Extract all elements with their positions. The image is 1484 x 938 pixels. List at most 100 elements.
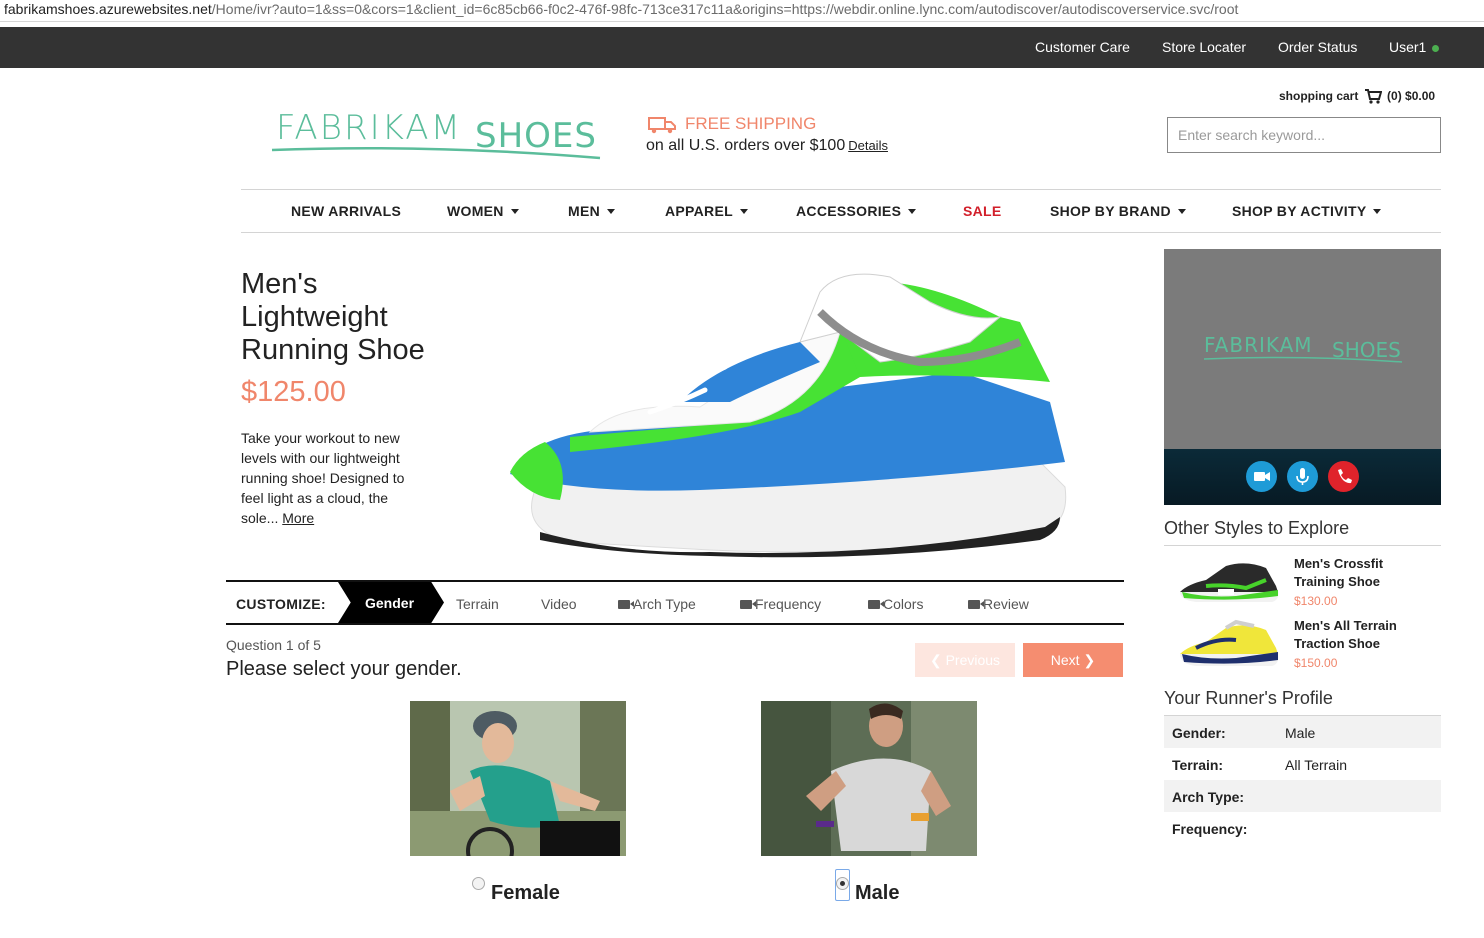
customize-label: CUSTOMIZE: xyxy=(236,596,326,612)
nav-new-arrivals-label: NEW ARRIVALS xyxy=(291,203,402,219)
female-option-image[interactable] xyxy=(410,701,626,856)
female-radio[interactable] xyxy=(472,877,485,890)
video-logo-word1: FABRIKAM xyxy=(1204,333,1313,357)
microphone-button[interactable] xyxy=(1287,461,1318,492)
profile-row-arch-type: Arch Type: xyxy=(1164,780,1441,812)
nav-accessories[interactable]: ACCESSORIES xyxy=(796,203,917,219)
store-locater-link[interactable]: Store Locater xyxy=(1162,39,1246,55)
nav-women-label: WOMEN xyxy=(447,203,504,219)
user-name: User1 xyxy=(1389,39,1427,55)
shipping-note-text: on all U.S. orders over $100 xyxy=(646,137,846,154)
style-item-name: Men's All Terrain Traction Shoe xyxy=(1294,618,1397,651)
video-fabrikam-logo: FABRIKAM SHOES xyxy=(1204,333,1403,363)
step-gender-active[interactable]: Gender xyxy=(338,582,444,623)
free-shipping-title: FREE SHIPPING xyxy=(685,114,817,133)
shopping-cart[interactable]: shopping cart (0) $0.00 xyxy=(1279,88,1435,104)
logo-swoosh-icon xyxy=(271,146,601,160)
nav-new-arrivals[interactable]: NEW ARRIVALS xyxy=(291,203,401,219)
profile-key: Frequency: xyxy=(1172,821,1248,837)
chevron-down-icon xyxy=(1373,209,1382,214)
end-call-button[interactable] xyxy=(1328,461,1359,492)
nav-shop-by-activity[interactable]: SHOP BY ACTIVITY xyxy=(1232,203,1382,219)
profile-key: Terrain: xyxy=(1172,757,1224,773)
next-button[interactable]: Next ❯ xyxy=(1023,643,1123,677)
chevron-down-icon xyxy=(1177,209,1186,214)
other-styles-heading: Other Styles to Explore xyxy=(1164,518,1350,538)
step-colors[interactable]: Colors xyxy=(868,596,923,612)
product-more-link[interactable]: More xyxy=(282,510,314,526)
cart-count: (0) xyxy=(1387,89,1402,103)
nav-shop-by-brand-label: SHOP BY BRAND xyxy=(1050,203,1171,219)
nav-shop-by-brand[interactable]: SHOP BY BRAND xyxy=(1050,203,1186,219)
main-nav: NEW ARRIVALS WOMEN MEN APPAREL ACCESSORI… xyxy=(241,189,1441,233)
style-item-price: $130.00 xyxy=(1294,594,1338,608)
nav-men[interactable]: MEN xyxy=(568,203,616,219)
chevron-down-icon xyxy=(908,209,917,214)
video-call-panel: FABRIKAM SHOES xyxy=(1164,249,1441,505)
nav-apparel-label: APPAREL xyxy=(665,203,733,219)
step-frequency[interactable]: Frequency xyxy=(740,596,821,612)
video-camera-button[interactable] xyxy=(1246,461,1277,492)
chevron-down-icon xyxy=(510,209,519,214)
url-host: fabrikamshoes.azurewebsites.net xyxy=(4,1,212,17)
step-arch-type[interactable]: Arch Type xyxy=(618,596,696,612)
shipping-details-link[interactable]: Details xyxy=(848,138,888,153)
previous-label: Previous xyxy=(945,651,1001,668)
video-camera-icon xyxy=(1254,472,1270,481)
step-label: Video xyxy=(541,596,577,612)
browser-url-bar[interactable]: fabrikamshoes.azurewebsites.net/Home/ivr… xyxy=(0,0,1484,22)
step-terrain[interactable]: Terrain xyxy=(456,596,499,612)
profile-value: All Terrain xyxy=(1285,757,1347,773)
runner-profile-heading: Your Runner's Profile xyxy=(1164,688,1333,708)
nav-sale[interactable]: SALE xyxy=(963,203,1002,219)
product-description: Take your workout to new levels with our… xyxy=(241,428,421,528)
male-runner-photo xyxy=(761,701,977,856)
chevron-down-icon xyxy=(739,209,748,214)
step-label: Colors xyxy=(883,596,924,612)
question-text: Please select your gender. xyxy=(226,658,462,680)
user-menu[interactable]: User1 xyxy=(1389,39,1440,55)
call-controls-bar xyxy=(1164,449,1441,505)
nav-shop-by-activity-label: SHOP BY ACTIVITY xyxy=(1232,203,1367,219)
cart-icon xyxy=(1364,89,1383,104)
nav-men-label: MEN xyxy=(568,203,601,219)
step-review[interactable]: Review xyxy=(968,596,1029,612)
female-cyclist-photo xyxy=(410,701,626,856)
male-option-label[interactable]: Male xyxy=(855,882,899,905)
style-item-name: Men's Crossfit Training Shoe xyxy=(1294,556,1384,589)
profile-value: Male xyxy=(1285,725,1316,741)
product-shoe-image[interactable] xyxy=(500,262,1080,562)
step-label: Frequency xyxy=(755,596,822,612)
step-label: Arch Type xyxy=(633,596,696,612)
style-item-price: $150.00 xyxy=(1294,656,1338,670)
female-option-label[interactable]: Female xyxy=(491,882,560,905)
video-camera-icon xyxy=(868,600,884,609)
male-option-image[interactable] xyxy=(761,701,977,856)
video-camera-icon xyxy=(618,600,634,609)
product-description-text: Take your workout to new levels with our… xyxy=(241,430,405,526)
customer-care-link[interactable]: Customer Care xyxy=(1035,39,1130,55)
search-input[interactable] xyxy=(1167,117,1441,153)
customize-stepper: CUSTOMIZE: Gender Terrain Video Arch Typ… xyxy=(226,580,1124,625)
nav-women[interactable]: WOMEN xyxy=(447,203,519,219)
step-video[interactable]: Video xyxy=(541,596,577,612)
male-radio[interactable] xyxy=(836,877,849,890)
all-terrain-shoe-thumbnail[interactable] xyxy=(1176,618,1282,670)
step-label: Terrain xyxy=(456,596,499,612)
profile-row-terrain: Terrain: All Terrain xyxy=(1164,748,1441,780)
nav-sale-label: SALE xyxy=(963,203,1002,219)
previous-button[interactable]: ❮ Previous xyxy=(915,643,1015,677)
video-camera-icon xyxy=(968,600,984,609)
profile-key: Arch Type: xyxy=(1172,789,1245,805)
order-status-link[interactable]: Order Status xyxy=(1278,39,1357,55)
product-price: $125.00 xyxy=(241,376,346,408)
nav-accessories-label: ACCESSORIES xyxy=(796,203,902,219)
shipping-note: on all U.S. orders over $100 Details xyxy=(646,137,888,155)
site-logo[interactable]: FABRIKAM SHOES xyxy=(270,106,604,162)
question-counter: Question 1 of 5 xyxy=(226,637,321,653)
crossfit-shoe-thumbnail[interactable] xyxy=(1176,556,1282,606)
phone-hangup-icon xyxy=(1338,469,1352,484)
chevron-down-icon xyxy=(607,209,616,214)
nav-apparel[interactable]: APPAREL xyxy=(665,203,748,219)
profile-key: Gender: xyxy=(1172,725,1226,741)
